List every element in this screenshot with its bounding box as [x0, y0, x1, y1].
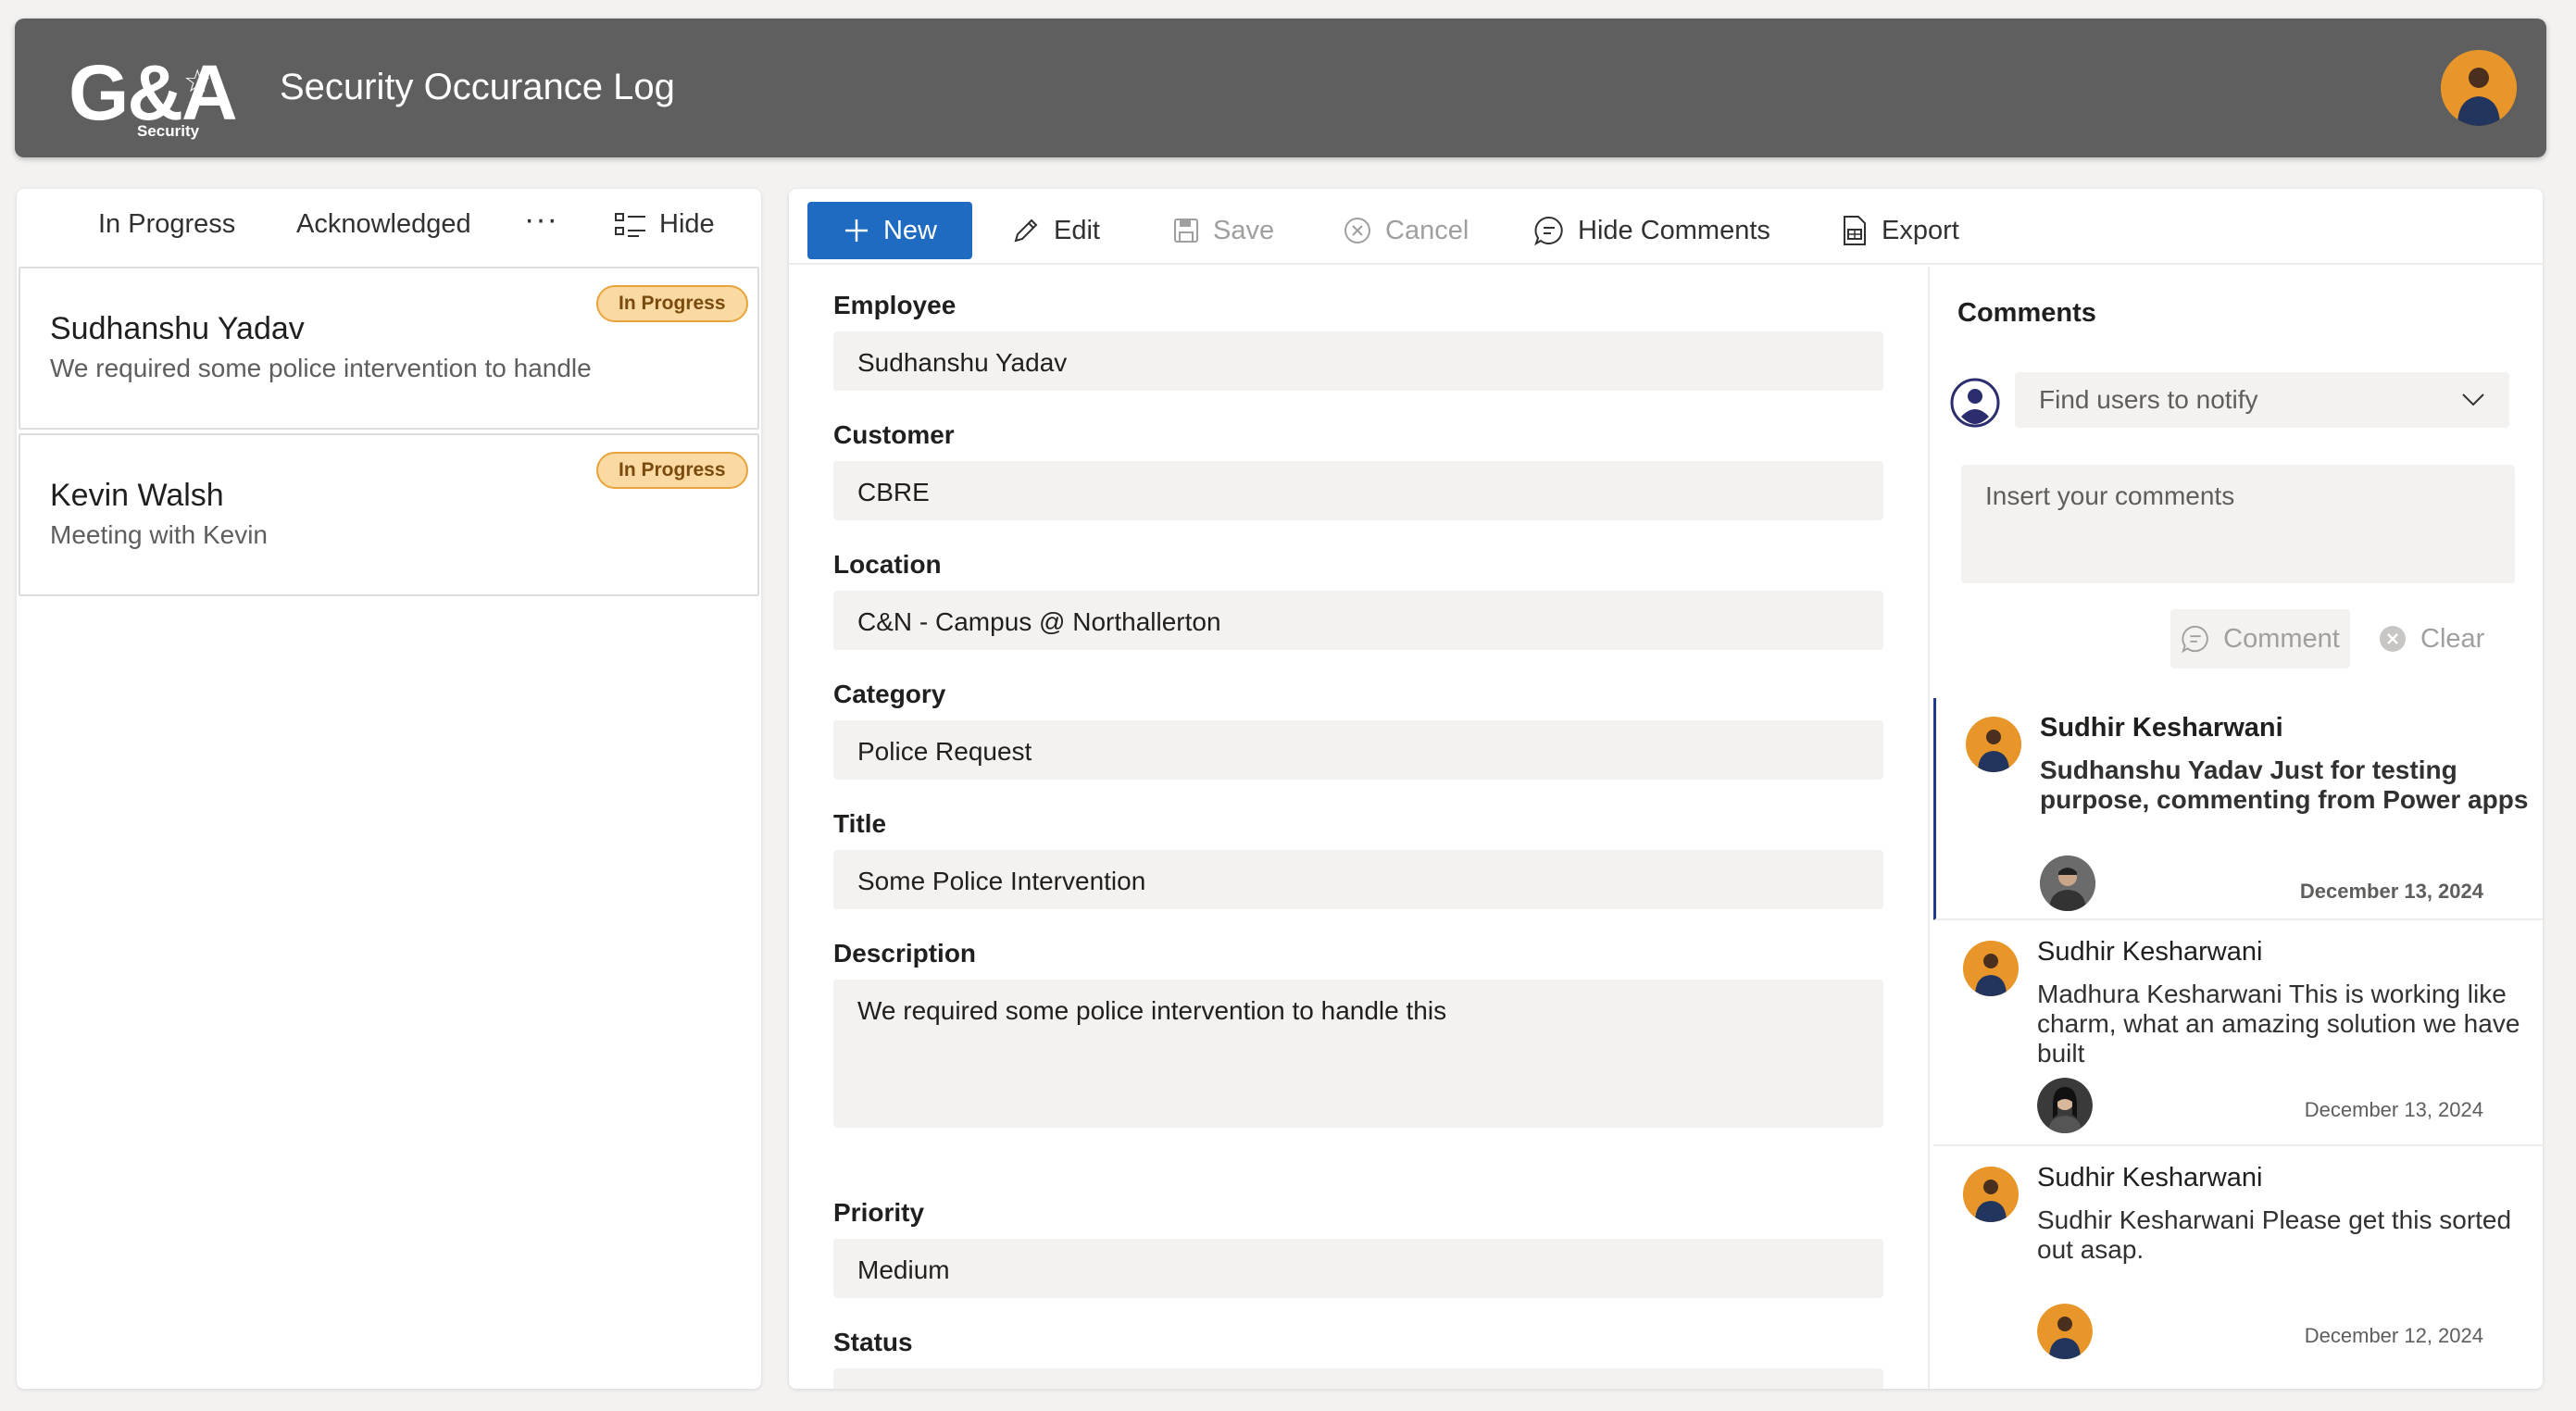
card-description: We required some police intervention to … — [50, 354, 592, 382]
comment-item[interactable]: Sudhir Kesharwani Sudhanshu Yadav Just f… — [1933, 698, 2543, 920]
status-badge: In Progress — [596, 285, 748, 322]
location-label: Location — [833, 550, 942, 579]
user-avatar[interactable] — [2441, 50, 2517, 126]
mentioned-user-avatar — [2037, 1078, 2093, 1133]
comment-date: December 13, 2024 — [2299, 880, 2483, 903]
customer-label: Customer — [833, 420, 955, 449]
star-icon: ☆ — [183, 64, 212, 99]
command-toolbar: New Edit Save Cancel Hide Comments Expor… — [789, 189, 2543, 265]
export-button[interactable]: Export — [1841, 202, 1959, 259]
save-button[interactable]: Save — [1172, 202, 1274, 259]
mentioned-user-avatar — [2040, 855, 2095, 911]
comment-icon — [1534, 216, 1563, 246]
notify-users-dropdown[interactable]: Find users to notify — [2015, 372, 2509, 428]
comment-button-label: Comment — [2223, 623, 2340, 654]
status-label: Status — [833, 1328, 913, 1356]
occurrence-list-panel: In Progress Acknowledged ··· Hide In Pro… — [17, 189, 761, 1389]
mentioned-user-avatar — [2037, 1304, 2093, 1359]
edit-label: Edit — [1054, 215, 1100, 245]
more-options-icon[interactable]: ··· — [524, 202, 558, 238]
comment-author: Sudhir Kesharwani — [2037, 1163, 2263, 1192]
list-item[interactable]: In Progress Sudhanshu Yadav We required … — [19, 267, 759, 430]
hide-button[interactable]: Hide — [615, 209, 715, 240]
status-field[interactable] — [833, 1368, 1883, 1389]
card-description: Meeting with Kevin — [50, 520, 269, 549]
cancel-button[interactable]: Cancel — [1343, 202, 1469, 259]
logo-subtext: Security — [137, 122, 200, 140]
clear-icon — [2380, 626, 2406, 652]
description-field[interactable]: We required some police intervention to … — [833, 980, 1883, 1128]
employee-field[interactable]: Sudhanshu Yadav — [833, 331, 1883, 391]
person-icon — [1950, 378, 2000, 428]
filter-bar: In Progress Acknowledged ··· Hide — [17, 189, 761, 265]
comments-title: Comments — [1957, 298, 2096, 328]
app-title: Security Occurance Log — [280, 67, 675, 107]
priority-field[interactable]: Medium — [833, 1239, 1883, 1298]
comment-author: Sudhir Kesharwani — [2037, 937, 2263, 967]
occurrence-form: Employee Sudhanshu Yadav Customer CBRE L… — [789, 267, 1924, 1389]
comment-text: Sudhir Kesharwani Please get this sorted… — [2037, 1205, 2512, 1264]
cancel-icon — [1344, 218, 1370, 243]
user-avatar-icon — [2441, 50, 2517, 126]
priority-label: Priority — [833, 1198, 925, 1227]
pencil-icon — [1014, 219, 1038, 243]
app-header: G&A ☆ Security Security Occurance Log — [15, 19, 2546, 157]
card-name: Sudhanshu Yadav — [50, 311, 305, 346]
new-button[interactable]: New — [807, 202, 972, 259]
category-label: Category — [833, 680, 946, 708]
hide-comments-label: Hide Comments — [1578, 215, 1770, 245]
comment-date: December 12, 2024 — [2304, 1324, 2483, 1347]
title-field[interactable]: Some Police Intervention — [833, 850, 1883, 909]
customer-field[interactable]: CBRE — [833, 461, 1883, 520]
comment-item[interactable]: Sudhir Kesharwani Sudhir Kesharwani Plea… — [1933, 1148, 2543, 1374]
hide-label: Hide — [659, 209, 715, 239]
author-avatar — [1963, 941, 2019, 996]
clear-button[interactable]: Clear — [2378, 609, 2484, 668]
save-label: Save — [1213, 215, 1275, 245]
export-label: Export — [1882, 215, 1959, 245]
comment-date: December 13, 2024 — [2304, 1098, 2483, 1121]
list-item[interactable]: In Progress Kevin Walsh Meeting with Kev… — [19, 433, 759, 596]
status-badge: In Progress — [596, 452, 748, 489]
description-label: Description — [833, 939, 977, 968]
comment-icon — [2182, 625, 2208, 654]
title-label: Title — [833, 809, 887, 838]
company-logo: G&A ☆ Security — [54, 46, 267, 140]
clear-button-label: Clear — [2420, 623, 2485, 654]
comment-button[interactable]: Comment — [2170, 609, 2350, 668]
employee-label: Employee — [833, 291, 957, 319]
plus-icon — [844, 219, 868, 242]
edit-button[interactable]: Edit — [1011, 202, 1100, 259]
cancel-label: Cancel — [1385, 215, 1469, 245]
card-name: Kevin Walsh — [50, 478, 224, 513]
detail-panel: New Edit Save Cancel Hide Comments Expor… — [789, 189, 2543, 1389]
comment-text: Sudhanshu Yadav Just for testing purpose… — [2040, 755, 2529, 814]
location-field[interactable]: C&N - Campus @ Northallerton — [833, 591, 1883, 650]
export-icon — [1844, 216, 1866, 245]
chevron-down-icon — [2462, 393, 2484, 406]
comment-input[interactable]: Insert your comments — [1961, 465, 2515, 583]
comment-item[interactable]: Sudhir Kesharwani Madhura Kesharwani Thi… — [1933, 922, 2543, 1146]
list-icon — [615, 212, 645, 237]
filter-tab-acknowledged[interactable]: Acknowledged — [296, 209, 471, 240]
author-avatar — [1966, 717, 2021, 772]
notify-placeholder: Find users to notify — [2039, 385, 2258, 414]
comments-panel: Comments Find users to notify Insert you… — [1928, 267, 2543, 1389]
comment-author: Sudhir Kesharwani — [2040, 713, 2283, 743]
save-icon — [1174, 219, 1198, 243]
author-avatar — [1963, 1167, 2019, 1222]
filter-tab-in-progress[interactable]: In Progress — [98, 209, 235, 240]
comment-text: Madhura Kesharwani This is working like … — [2037, 980, 2520, 1068]
new-label: New — [882, 215, 937, 245]
category-field[interactable]: Police Request — [833, 720, 1883, 780]
hide-comments-button[interactable]: Hide Comments — [1533, 202, 1770, 259]
